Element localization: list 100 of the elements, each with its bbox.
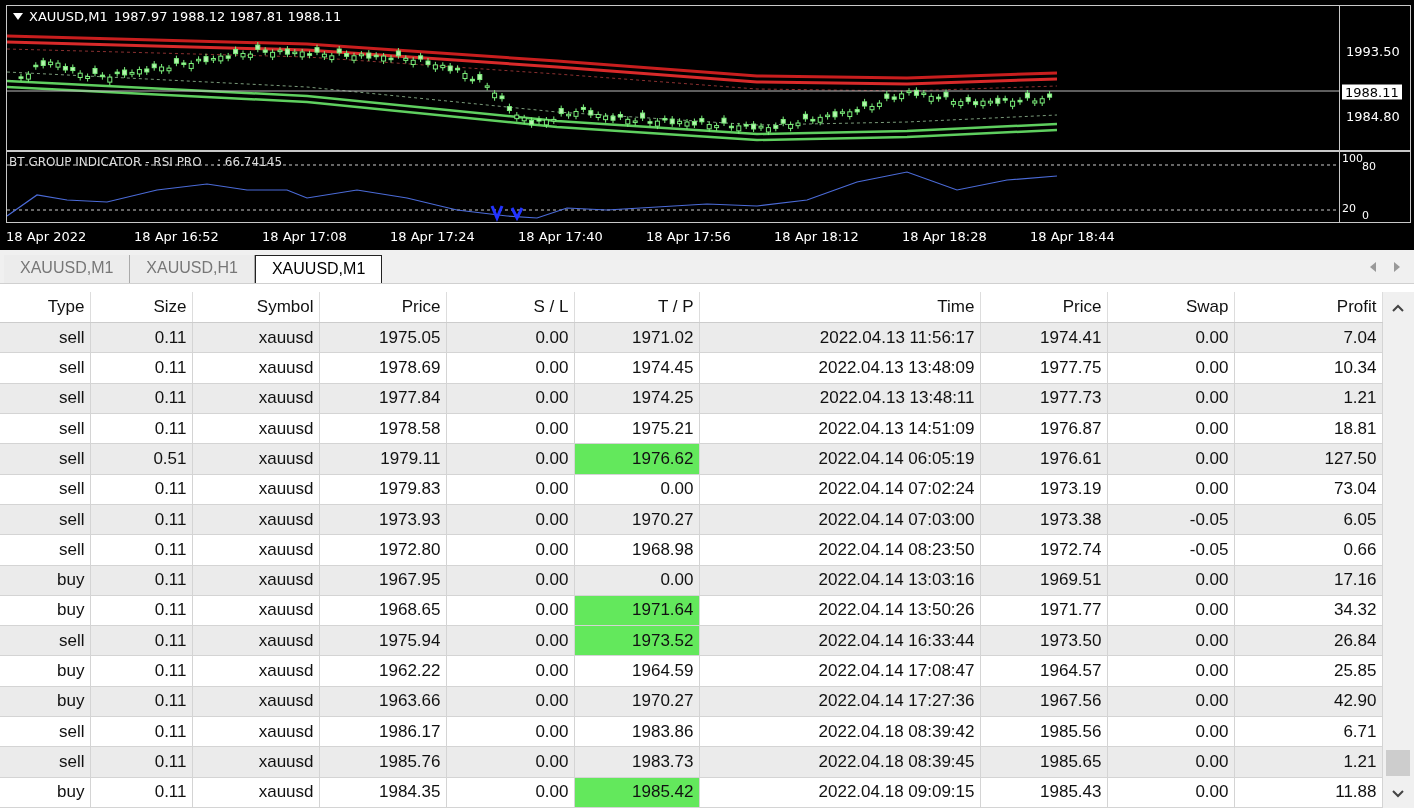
table-cell: 0.00: [574, 474, 699, 505]
table-cell: 1973.93: [319, 504, 446, 535]
table-cell: 6.05: [1234, 504, 1382, 535]
table-cell: 1974.45: [574, 352, 699, 384]
table-cell: 1977.75: [980, 352, 1107, 384]
table-cell: 0.00: [446, 595, 574, 626]
time-label: 18 Apr 16:52: [134, 229, 220, 244]
table-cell: 0.11: [90, 655, 192, 687]
table-cell: xauusd: [192, 746, 319, 778]
table-cell: 6.71: [1234, 716, 1382, 747]
table-cell: 0.00: [1107, 686, 1234, 717]
signal-marks: [490, 204, 524, 222]
table-cell: 0.00: [1107, 595, 1234, 626]
scroll-right-icon[interactable]: [1394, 261, 1400, 272]
table-cell: 2022.04.14 16:33:44: [699, 625, 980, 656]
table-cell: 0.00: [1107, 777, 1234, 808]
table-cell: 2022.04.18 08:39:45: [699, 746, 980, 778]
table-cell: 0.11: [90, 716, 192, 747]
table-cell: 0.00: [1107, 625, 1234, 656]
table-cell: 1967.95: [319, 565, 446, 596]
chart-tab[interactable]: XAUUSD,H1: [130, 255, 255, 283]
table-cell: 1974.41: [980, 322, 1107, 353]
table-cell: buy: [0, 686, 90, 717]
table-cell: 11.88: [1234, 777, 1382, 808]
table-cell: 0.00: [1107, 655, 1234, 687]
table-cell: 0.11: [90, 352, 192, 384]
table-cell: 1985.42: [574, 777, 699, 808]
table-cell: xauusd: [192, 565, 319, 596]
column-header[interactable]: Type: [0, 292, 90, 323]
table-cell: 1971.02: [574, 322, 699, 353]
table-cell: 73.04: [1234, 474, 1382, 505]
table-cell: 1973.52: [574, 625, 699, 656]
table-cell: 25.85: [1234, 655, 1382, 687]
table-cell: sell: [0, 322, 90, 353]
table-cell: 10.34: [1234, 352, 1382, 384]
table-cell: 0.00: [1107, 322, 1234, 353]
scroll-left-icon[interactable]: [1370, 261, 1376, 272]
table-cell: sell: [0, 352, 90, 384]
column-header[interactable]: S / L: [446, 292, 574, 323]
scrollbar[interactable]: [1382, 292, 1414, 808]
column-header[interactable]: Size: [90, 292, 192, 323]
table-cell: 2022.04.14 13:03:16: [699, 565, 980, 596]
table-cell: -0.05: [1107, 504, 1234, 535]
table-cell: sell: [0, 716, 90, 747]
ohlc-values: 1987.97 1988.12 1987.81 1988.11: [113, 9, 342, 24]
table-cell: 0.00: [1107, 352, 1234, 384]
table-cell: 0.00: [446, 625, 574, 656]
column-header[interactable]: Time: [699, 292, 980, 323]
dropdown-triangle-icon[interactable]: [13, 12, 23, 21]
indicator-label: BT GROUP INDICATOR - RSI PRO : 66.74145: [9, 155, 283, 169]
current-price-tag: 1988.11: [1342, 84, 1402, 100]
table-cell: xauusd: [192, 352, 319, 384]
column-header[interactable]: Profit: [1234, 292, 1382, 323]
chart-tab[interactable]: XAUUSD,M1: [254, 255, 383, 283]
table-cell: sell: [0, 474, 90, 505]
table-cell: 1985.76: [319, 746, 446, 778]
table-cell: 2022.04.14 08:23:50: [699, 534, 980, 565]
table-cell: xauusd: [192, 655, 319, 687]
column-header[interactable]: Swap: [1107, 292, 1234, 323]
table-cell: 0.00: [446, 322, 574, 353]
column-header[interactable]: Price: [319, 292, 446, 323]
scroll-down-icon[interactable]: [1392, 790, 1405, 798]
table-cell: 2022.04.18 09:09:15: [699, 777, 980, 808]
table-cell: sell: [0, 625, 90, 656]
table-cell: xauusd: [192, 504, 319, 535]
table-cell: 0.11: [90, 746, 192, 778]
table-cell: 1972.74: [980, 534, 1107, 565]
table-cell: 1977.73: [980, 383, 1107, 414]
table-cell: 0.11: [90, 383, 192, 414]
table-cell: 1983.73: [574, 746, 699, 778]
table-cell: 26.84: [1234, 625, 1382, 656]
time-label: 18 Apr 18:28: [902, 229, 988, 244]
column-header[interactable]: Price: [980, 292, 1107, 323]
table-cell: 1983.86: [574, 716, 699, 747]
table-cell: 1979.11: [319, 443, 446, 475]
table-cell: sell: [0, 383, 90, 414]
table-cell: xauusd: [192, 534, 319, 565]
scroll-up-icon[interactable]: [1392, 304, 1405, 312]
table-cell: 0.11: [90, 322, 192, 353]
table-cell: 0.00: [446, 565, 574, 596]
table-cell: 2022.04.14 17:08:47: [699, 655, 980, 687]
table-cell: 0.11: [90, 413, 192, 444]
table-cell: 17.16: [1234, 565, 1382, 596]
table-cell: 1978.69: [319, 352, 446, 384]
table-cell: 1967.56: [980, 686, 1107, 717]
table-cell: 0.51: [90, 443, 192, 475]
table-cell: buy: [0, 595, 90, 626]
table-cell: xauusd: [192, 686, 319, 717]
table-cell: 1964.59: [574, 655, 699, 687]
table-cell: xauusd: [192, 625, 319, 656]
column-header[interactable]: Symbol: [192, 292, 319, 323]
table-cell: xauusd: [192, 322, 319, 353]
table-cell: sell: [0, 504, 90, 535]
table-cell: 1.21: [1234, 383, 1382, 414]
scrollbar-thumb[interactable]: [1386, 750, 1411, 776]
column-header[interactable]: T / P: [574, 292, 699, 323]
chart-tab[interactable]: XAUUSD,M1: [4, 255, 131, 283]
table-cell: xauusd: [192, 443, 319, 475]
table-cell: 1972.80: [319, 534, 446, 565]
level-label: 20: [1342, 201, 1356, 215]
